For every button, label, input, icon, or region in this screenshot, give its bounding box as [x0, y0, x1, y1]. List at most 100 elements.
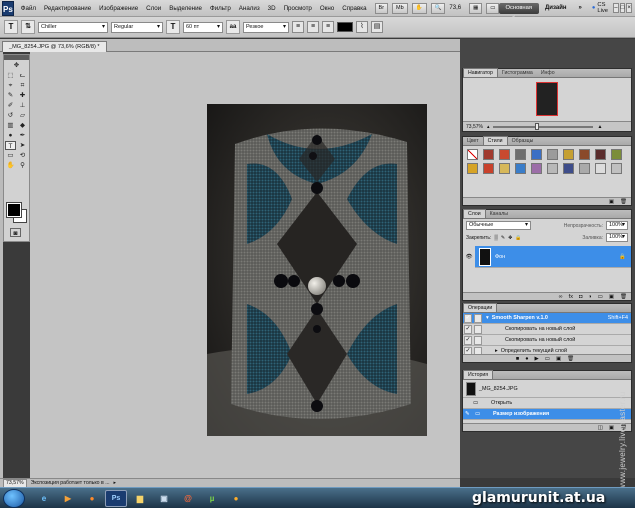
hand-tool-icon[interactable]: ✋: [5, 161, 16, 170]
workspace-button[interactable]: Основная рабочая среда: [499, 2, 540, 33]
menu-image[interactable]: Изображение: [95, 0, 142, 17]
tools-panel-header[interactable]: [4, 55, 29, 60]
menu-3d[interactable]: 3D: [264, 0, 280, 17]
eraser-tool-icon[interactable]: ▱: [17, 111, 28, 120]
style-swatch[interactable]: [467, 163, 478, 174]
opacity-input[interactable]: 100%: [606, 221, 628, 230]
action-step-dialog-toggle[interactable]: [474, 324, 482, 334]
move-tool-icon[interactable]: ✥: [11, 61, 22, 70]
crop-tool-icon[interactable]: ⌗: [17, 81, 28, 90]
tab-swatches[interactable]: Образцы: [508, 137, 538, 145]
font-style-select[interactable]: Regular: [111, 21, 163, 33]
style-swatch[interactable]: [531, 149, 542, 160]
taskbar-window-icon[interactable]: ▣: [153, 490, 175, 507]
tab-navigator[interactable]: Навигатор: [463, 68, 498, 77]
new-set-icon[interactable]: ▭: [545, 356, 550, 362]
layer-visibility-eye-icon[interactable]: 👁: [463, 245, 475, 268]
more-workspaces[interactable]: »: [573, 5, 588, 11]
action-dialog-toggle[interactable]: [474, 313, 482, 323]
navigator-zoom-slider-handle[interactable]: [535, 122, 540, 130]
style-none[interactable]: [467, 149, 478, 160]
tab-channels[interactable]: Каналы: [486, 210, 512, 218]
style-swatch[interactable]: [499, 149, 510, 160]
tab-layers[interactable]: Слои: [463, 209, 486, 218]
blend-mode-select[interactable]: Обычные: [466, 221, 531, 230]
menu-filter[interactable]: Фильтр: [206, 0, 235, 17]
lock-position-icon[interactable]: ✥: [508, 235, 512, 241]
layer-name[interactable]: Фон: [495, 254, 505, 260]
zoom-tool-button[interactable]: 🔍: [430, 2, 446, 14]
text-color-swatch[interactable]: [337, 22, 353, 32]
layer-row[interactable]: 👁 Фон 🔒: [463, 245, 631, 268]
menu-window[interactable]: Окно: [316, 0, 338, 17]
history-snapshot-row[interactable]: _MG_8254.JPG: [463, 380, 631, 398]
quick-mask-icon[interactable]: ◙: [10, 228, 21, 237]
fill-input[interactable]: 100%: [606, 233, 628, 242]
maximize-button[interactable]: □: [619, 3, 626, 13]
menu-layers[interactable]: Слои: [142, 0, 165, 17]
lasso-tool-icon[interactable]: ᓚ: [17, 71, 28, 80]
delete-layer-icon[interactable]: 🗑: [620, 294, 627, 300]
add-mask-icon[interactable]: ◘: [579, 294, 582, 300]
style-swatch[interactable]: [547, 163, 558, 174]
eyedropper-tool-icon[interactable]: ✎: [5, 91, 16, 100]
cs-live-button[interactable]: ● CS Live: [588, 2, 612, 14]
marquee-tool-icon[interactable]: ⬚: [5, 71, 16, 80]
action-expand-icon[interactable]: ▾: [486, 315, 489, 321]
taskbar-utorrent-icon[interactable]: µ: [201, 490, 223, 507]
new-snapshot-icon[interactable]: ▣: [609, 425, 614, 431]
tab-styles[interactable]: Стили: [482, 136, 508, 145]
character-panel-button[interactable]: ▤: [371, 21, 383, 33]
font-size-select[interactable]: 60 пт: [183, 21, 223, 33]
menu-select[interactable]: Выделение: [165, 0, 206, 17]
menu-file[interactable]: Файл: [17, 0, 40, 17]
zoom-in-icon[interactable]: ▲: [597, 124, 602, 130]
screen-mode-button[interactable]: ▭: [486, 2, 500, 14]
delete-style-icon[interactable]: 🗑: [620, 199, 627, 205]
type-tool-icon[interactable]: T: [5, 141, 16, 150]
zoom-tool-icon[interactable]: ⚲: [17, 161, 28, 170]
layer-style-icon[interactable]: fx: [569, 294, 573, 300]
history-item-active[interactable]: ✎ ▭ Размер изображения: [463, 409, 631, 420]
lock-transparency-icon[interactable]: ▒: [494, 235, 498, 241]
delete-action-icon[interactable]: 🗑: [567, 356, 574, 362]
align-right-button[interactable]: ≡: [322, 21, 334, 33]
menu-analysis[interactable]: Анализ: [235, 0, 264, 17]
status-arrow-icon[interactable]: ▸: [114, 480, 117, 486]
style-swatch[interactable]: [515, 163, 526, 174]
align-left-button[interactable]: ≡: [292, 21, 304, 33]
style-swatch[interactable]: [579, 149, 590, 160]
adjustment-layer-icon[interactable]: ◑: [588, 294, 591, 300]
arrange-documents-button[interactable]: ▦: [469, 2, 483, 14]
link-layers-icon[interactable]: ∞: [559, 294, 563, 300]
record-action-icon[interactable]: ●: [525, 356, 528, 362]
start-button[interactable]: [3, 488, 25, 508]
new-action-icon[interactable]: ▣: [556, 356, 561, 362]
3d-rotate-tool-icon[interactable]: ⟲: [17, 151, 28, 160]
tab-actions[interactable]: Операции: [463, 303, 498, 312]
taskbar-ie-icon[interactable]: e: [33, 490, 55, 507]
new-group-icon[interactable]: ▭: [598, 294, 603, 300]
style-swatch[interactable]: [547, 149, 558, 160]
dodge-tool-icon[interactable]: ●: [5, 131, 16, 140]
style-swatch[interactable]: [579, 163, 590, 174]
close-button[interactable]: ×: [626, 3, 632, 13]
zoom-level[interactable]: 73,6: [445, 5, 465, 11]
action-step-row[interactable]: ✓ Скопировать на новый слой: [463, 335, 631, 346]
text-tool-preset-icon[interactable]: T: [4, 20, 18, 34]
gradient-tool-icon[interactable]: ▥: [5, 121, 16, 130]
font-family-select[interactable]: Chiller: [38, 21, 108, 33]
style-swatch[interactable]: [499, 163, 510, 174]
style-swatch[interactable]: [515, 149, 526, 160]
navigator-thumbnail[interactable]: [536, 82, 558, 116]
tab-info[interactable]: Инфо: [537, 69, 559, 77]
style-swatch[interactable]: [595, 149, 606, 160]
style-swatch[interactable]: [531, 163, 542, 174]
history-brush-source-icon[interactable]: ✎: [465, 411, 473, 417]
tab-color[interactable]: Цвет: [463, 137, 483, 145]
navigator-zoom-value[interactable]: 73,57%: [466, 124, 483, 130]
text-orientation-icon[interactable]: ⇅: [21, 20, 35, 34]
play-action-icon[interactable]: ▶: [535, 356, 539, 362]
stamp-tool-icon[interactable]: ⊥: [17, 101, 28, 110]
document-tab[interactable]: _MG_8254.JPG @ 73,6% (RGB/8) *: [2, 41, 107, 52]
